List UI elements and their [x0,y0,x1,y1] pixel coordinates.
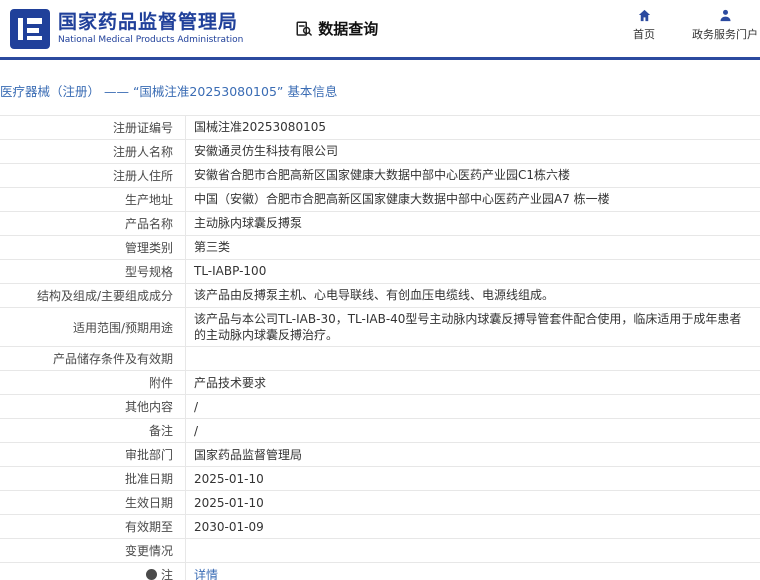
table-row: 附件 产品技术要求 [0,371,760,396]
row-value: 2025-01-10 [194,471,264,486]
table-row: 审批部门 国家药品监督管理局 [0,443,760,468]
table-row: 结构及组成/主要组成成分 该产品由反搏泵主机、心电导联线、有创血压电缆线、电源线… [0,284,760,308]
org-name-zh: 国家药品监督管理局 [58,11,239,34]
row-label: 产品储存条件及有效期 [0,347,186,371]
data-query-label: 数据查询 [318,20,379,38]
row-value: 详情 [186,563,760,580]
detail-link[interactable]: 详情 [194,567,218,580]
row-label: 附件 [0,371,186,395]
row-label: 型号规格 [0,260,186,283]
nav-portal-label: 政务服务门户 [692,28,758,41]
row-value: / [194,399,199,414]
table-row: 注 详情 [0,563,760,580]
user-icon [720,9,730,22]
table-row: 产品储存条件及有效期 [0,347,760,372]
data-query-icon [296,21,313,36]
table-row: 备注 / [0,419,760,444]
nav-item-portal[interactable]: 政务服务门户 [692,8,758,42]
row-label: 注 [0,563,186,580]
table-row: 有效期至 2030-01-09 [0,515,760,540]
row-value: / [194,423,199,438]
row-value: 安徽省合肥市合肥高新区国家健康大数据中部中心医药产业园C1栋六楼 [194,168,571,183]
home-icon [638,9,650,22]
row-label: 注册证编号 [0,116,186,139]
note-icon [145,569,157,580]
table-row: 批准日期 2025-01-10 [0,467,760,492]
row-label: 批准日期 [0,467,186,491]
row-value: 主动脉内球囊反搏泵 [194,216,303,231]
row-label: 审批部门 [0,443,186,467]
row-label: 生效日期 [0,491,186,515]
breadcrumb: 医疗器械（注册） —— “国械注准20253080105” 基本信息 [0,84,338,99]
org-name-en: National Medical Products Administration [58,34,244,45]
row-label: 备注 [0,419,186,443]
table-row: 型号规格 TL-IABP-100 [0,260,760,284]
table-row: 变更情况 [0,539,760,564]
row-label: 产品名称 [0,212,186,235]
row-value: 该产品由反搏泵主机、心电导联线、有创血压电缆线、电源线组成。 [194,288,555,303]
row-label: 生产地址 [0,188,186,211]
table-row: 注册人名称 安徽通灵仿生科技有限公司 [0,140,760,164]
row-label: 其他内容 [0,395,186,419]
row-value: 国家药品监督管理局 [194,447,303,462]
row-value: 2025-01-10 [194,495,264,510]
table-row: 注册人住所 安徽省合肥市合肥高新区国家健康大数据中部中心医药产业园C1栋六楼 [0,164,760,188]
row-label: 结构及组成/主要组成成分 [0,284,186,307]
row-value [186,347,760,370]
table-row: 适用范围/预期用途 该产品与本公司TL-IAB-30，TL-IAB-40型号主动… [0,308,760,348]
row-label: 有效期至 [0,515,186,539]
row-label: 变更情况 [0,539,186,563]
table-row: 生效日期 2025-01-10 [0,491,760,516]
page-header: 国家药品监督管理局 National Medical Products Admi… [0,0,760,57]
row-value [186,539,760,562]
row-value: 该产品与本公司TL-IAB-30，TL-IAB-40型号主动脉内球囊反搏导管套件… [194,312,742,343]
info-table: 注册证编号 国械注准20253080105 注册人名称 安徽通灵仿生科技有限公司… [0,115,760,580]
row-value: 中国（安徽）合肥市合肥高新区国家健康大数据中部中心医药产业园A7 栋一楼 [194,192,610,207]
row-value: 2030-01-09 [194,519,264,534]
row-value: 安徽通灵仿生科技有限公司 [194,144,339,159]
table-row: 管理类别 第三类 [0,236,760,260]
nmpa-logo[interactable]: 国家药品监督管理局 National Medical Products Admi… [10,8,244,49]
row-value: 产品技术要求 [194,375,267,390]
table-row: 注册证编号 国械注准20253080105 [0,116,760,140]
table-row: 其他内容 / [0,395,760,420]
row-value: 国械注准20253080105 [194,120,326,135]
table-row: 产品名称 主动脉内球囊反搏泵 [0,212,760,236]
row-label: 适用范围/预期用途 [0,308,186,347]
top-nav: 首页 政务服务门户 [622,8,758,42]
nmpa-logo-icon [10,8,50,49]
row-value: 第三类 [194,240,231,255]
nav-home-label: 首页 [633,28,655,41]
data-query-tab[interactable]: 数据查询 [295,18,378,39]
nav-item-home[interactable]: 首页 [622,8,666,42]
table-row: 生产地址 中国（安徽）合肥市合肥高新区国家健康大数据中部中心医药产业园A7 栋一… [0,188,760,212]
row-label: 注册人名称 [0,140,186,163]
row-label: 注册人住所 [0,164,186,187]
row-label: 管理类别 [0,236,186,259]
row-value: TL-IABP-100 [194,264,267,279]
